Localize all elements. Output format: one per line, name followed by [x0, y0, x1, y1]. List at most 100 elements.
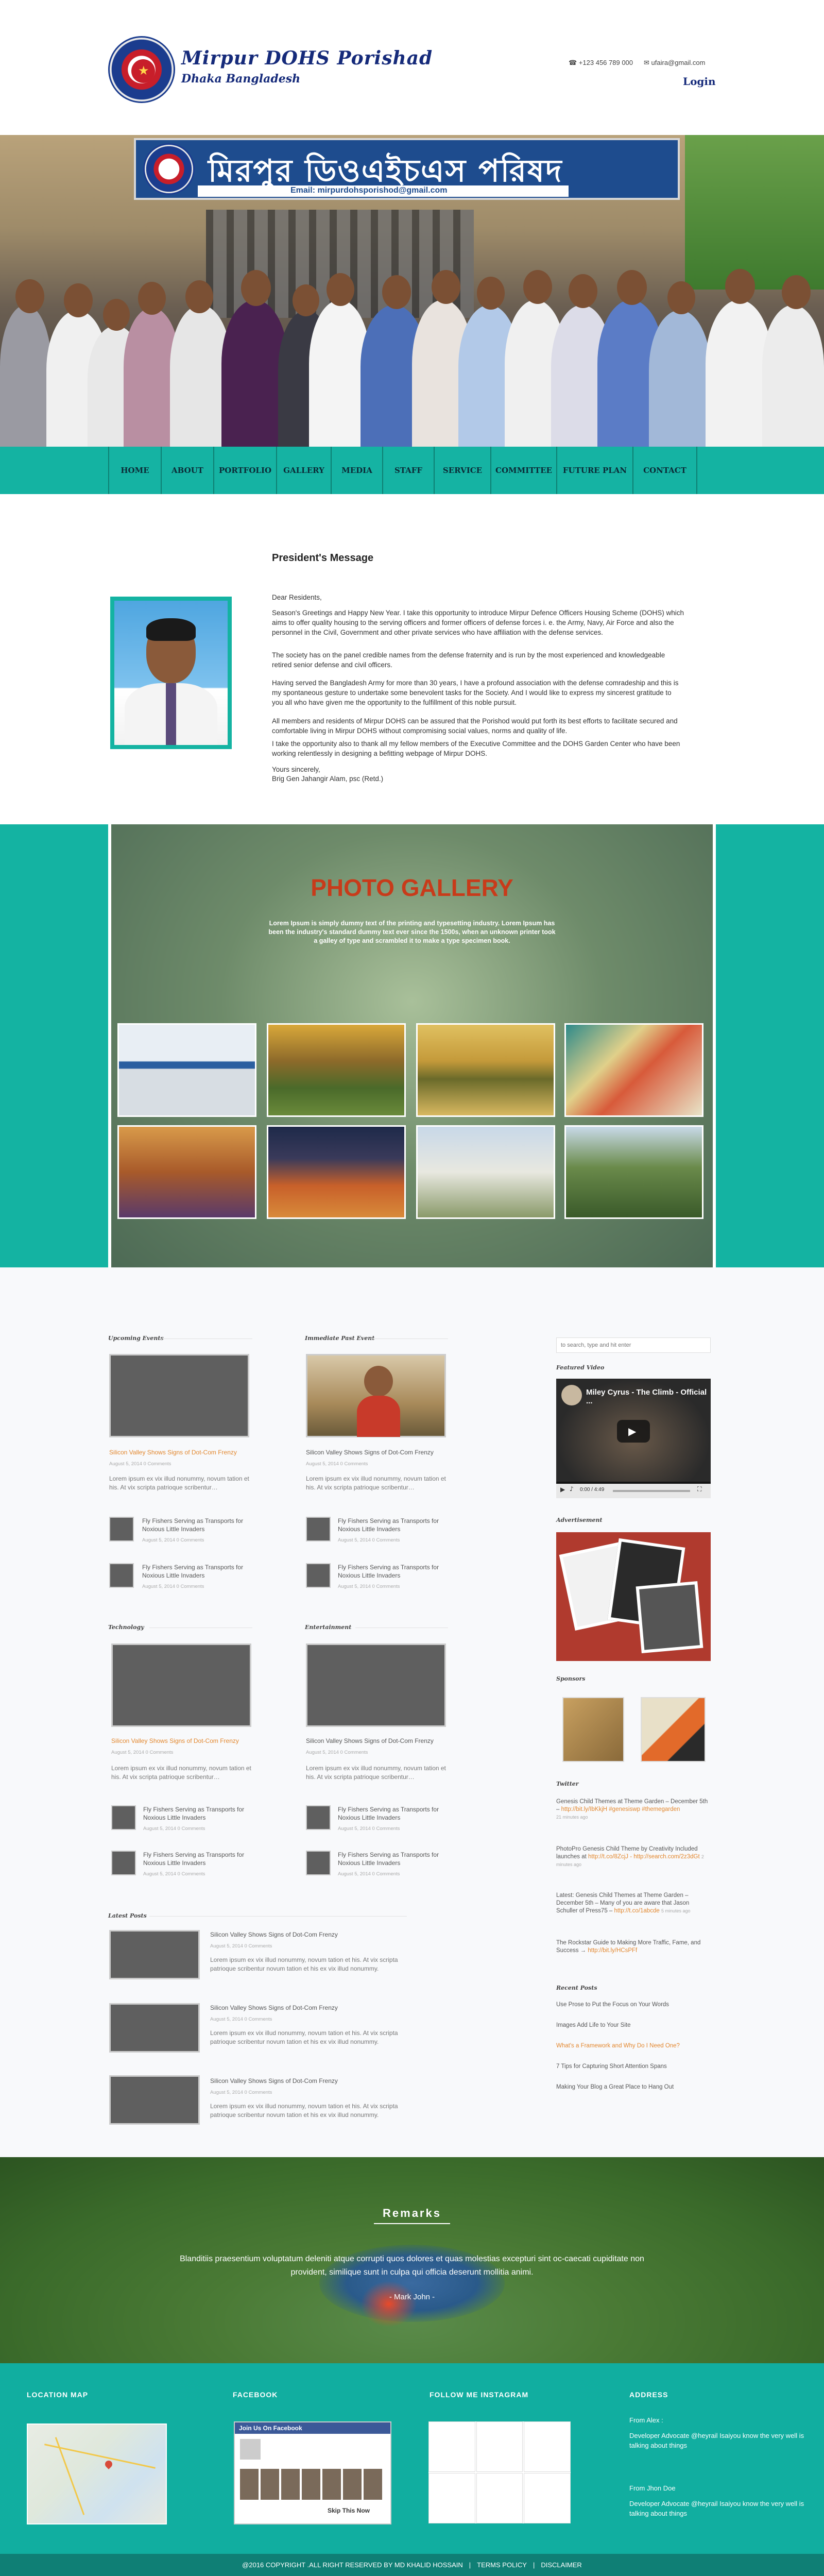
recent-post-link[interactable]: Use Prose to Put the Focus on Your Words — [556, 2001, 711, 2009]
tweet-link[interactable]: http://t.co/8ZcjJ - http://search.com/2z… — [588, 1854, 700, 1860]
tweet: PhotoPro Genesis Child Theme by Creativi… — [556, 1845, 711, 1869]
nav-media[interactable]: MEDIA — [331, 447, 383, 494]
porishad-logo[interactable]: ★ — [108, 36, 175, 103]
recent-post-link[interactable]: Making Your Blog a Great Place to Hang O… — [556, 2083, 711, 2091]
post-title[interactable]: Silicon Valley Shows Signs of Dot-Com Fr… — [109, 1449, 237, 1456]
instagram-photo[interactable] — [476, 2473, 523, 2523]
instagram-photo[interactable] — [524, 2473, 571, 2523]
instagram-photo[interactable] — [524, 2421, 571, 2472]
facebook-header: Join Us On Facebook — [235, 2422, 390, 2434]
post-thumb[interactable] — [306, 1563, 331, 1588]
post-title[interactable]: Silicon Valley Shows Signs of Dot-Com Fr… — [210, 2077, 338, 2084]
post-title[interactable]: Fly Fishers Serving as Transports for No… — [338, 1517, 446, 1533]
separator: | — [533, 2561, 535, 2569]
gallery-thumb-mountain[interactable] — [564, 1125, 703, 1219]
video-player[interactable]: Miley Cyrus - The Climb - Official ... ▶… — [556, 1379, 711, 1498]
post-title[interactable]: Fly Fishers Serving as Transports for No… — [338, 1563, 446, 1580]
post-title[interactable]: Silicon Valley Shows Signs of Dot-Com Fr… — [210, 2004, 338, 2011]
post-title[interactable]: Silicon Valley Shows Signs of Dot-Com Fr… — [210, 1931, 338, 1938]
phone-icon: ☎ — [569, 59, 577, 67]
recent-post-link[interactable]: Images Add Life to Your Site — [556, 2022, 711, 2029]
phone-contact: ☎ +123 456 789 000 — [569, 59, 633, 67]
post-meta: August 5, 2014 0 Comments — [109, 1461, 171, 1467]
video-title[interactable]: Miley Cyrus - The Climb - Official ... — [586, 1388, 711, 1405]
sponsor-logo[interactable] — [562, 1697, 624, 1762]
facebook-widget[interactable]: Join Us On Facebook Skip This Now — [234, 2421, 391, 2524]
gallery-thumb-portrait[interactable] — [117, 1125, 256, 1219]
tweet-time: 5 minutes ago — [661, 1908, 691, 1913]
latest-post-image[interactable] — [109, 1930, 200, 1979]
facebook-skip[interactable]: Skip This Now — [328, 2507, 370, 2514]
past-event-image[interactable] — [306, 1354, 446, 1437]
post-title[interactable]: Fly Fishers Serving as Transports for No… — [142, 1563, 250, 1580]
video-time: 0:00 / 4:49 — [580, 1487, 605, 1493]
gallery-thumb-sunset[interactable] — [267, 1125, 406, 1219]
video-progress[interactable] — [613, 1490, 690, 1492]
location-map[interactable] — [27, 2424, 167, 2524]
post-thumb[interactable] — [109, 1563, 134, 1588]
post-title[interactable]: Fly Fishers Serving as Transports for No… — [143, 1851, 251, 1867]
nav-about[interactable]: ABOUT — [161, 447, 214, 494]
tweet-link[interactable]: http://bit.ly/HCsPFf — [588, 1947, 637, 1954]
remarks-quote: Blanditiis praesentium voluptatum deleni… — [180, 2255, 644, 2277]
entertainment-image[interactable] — [306, 1643, 446, 1727]
instagram-photo[interactable] — [428, 2421, 475, 2472]
nav-gallery[interactable]: GALLERY — [276, 447, 332, 494]
latest-post-image[interactable] — [109, 2003, 200, 2053]
hero-trees — [685, 135, 824, 290]
login-link[interactable]: Login — [683, 75, 716, 88]
post-title[interactable]: Fly Fishers Serving as Transports for No… — [338, 1851, 446, 1867]
gallery-thumb-art[interactable] — [564, 1023, 703, 1117]
post-title[interactable]: Fly Fishers Serving as Transports for No… — [338, 1805, 446, 1822]
phone-number: +123 456 789 000 — [578, 59, 633, 66]
sponsor-logo[interactable] — [641, 1697, 706, 1762]
post-title[interactable]: Silicon Valley Shows Signs of Dot-Com Fr… — [306, 1449, 434, 1456]
gallery-thumb-office[interactable] — [117, 1023, 256, 1117]
remarks-title: Remarks — [383, 2207, 441, 2219]
nav-staff[interactable]: STAFF — [382, 447, 435, 494]
tweet-link[interactable]: http://t.co/1abcde — [614, 1908, 660, 1914]
post-thumb[interactable] — [306, 1517, 331, 1541]
advertisement-image[interactable] — [556, 1532, 711, 1661]
gallery-thumb-landscape[interactable] — [267, 1023, 406, 1117]
divider — [371, 1338, 448, 1339]
disclaimer-link[interactable]: DISCLAIMER — [541, 2561, 581, 2569]
site-title[interactable]: Mirpur DOHS Porishad — [181, 47, 433, 69]
post-thumb[interactable] — [111, 1805, 136, 1830]
fullscreen-icon[interactable]: ⛶ — [697, 1485, 701, 1493]
tweet-link[interactable]: http://bit.ly/IbKkjH #genesiswp #themega… — [561, 1806, 680, 1812]
post-title[interactable]: Fly Fishers Serving as Transports for No… — [143, 1805, 251, 1822]
post-title[interactable]: Silicon Valley Shows Signs of Dot-Com Fr… — [306, 1737, 434, 1744]
post-title[interactable]: Fly Fishers Serving as Transports for No… — [142, 1517, 250, 1533]
hero-banner: মিরপুর ডিওএইচএস পরিষদ Email: mirpurdohsp… — [0, 135, 824, 447]
post-title[interactable]: Silicon Valley Shows Signs of Dot-Com Fr… — [111, 1737, 239, 1744]
post-thumb[interactable] — [306, 1851, 331, 1875]
volume-icon[interactable]: ♪ — [570, 1485, 574, 1493]
recent-post-link[interactable]: What's a Framework and Why Do I Need One… — [556, 2042, 711, 2050]
post-thumb[interactable] — [306, 1805, 331, 1830]
play-control-icon[interactable]: ▶ — [560, 1486, 565, 1493]
nav-home[interactable]: HOME — [108, 447, 162, 494]
search-input[interactable] — [556, 1337, 711, 1353]
instagram-photo[interactable] — [428, 2473, 475, 2523]
terms-policy-link[interactable]: TERMS POLICY — [477, 2561, 527, 2569]
nav-committee[interactable]: COMMITTEE — [490, 447, 557, 494]
instagram-grid — [428, 2421, 571, 2523]
map-pin-icon[interactable] — [104, 2459, 114, 2469]
post-excerpt: Lorem ipsum ex vix illud nonummy, novum … — [109, 1475, 249, 1491]
nav-portfolio[interactable]: PORTFOLIO — [213, 447, 277, 494]
gallery-thumb-trees[interactable] — [416, 1023, 555, 1117]
nav-future-plan[interactable]: FUTURE PLAN — [556, 447, 633, 494]
technology-image[interactable] — [111, 1643, 251, 1727]
latest-post-image[interactable] — [109, 2075, 200, 2125]
email-address[interactable]: ufaira@gmail.com — [651, 59, 706, 66]
nav-contact[interactable]: CONTACT — [632, 447, 697, 494]
person-head — [782, 275, 811, 309]
instagram-photo[interactable] — [476, 2421, 523, 2472]
gallery-thumb-castle[interactable] — [416, 1125, 555, 1219]
post-thumb[interactable] — [109, 1517, 134, 1541]
post-thumb[interactable] — [111, 1851, 136, 1875]
recent-post-link[interactable]: 7 Tips for Capturing Short Attention Spa… — [556, 2063, 711, 2071]
event-image[interactable] — [109, 1354, 249, 1437]
nav-service[interactable]: SERVICE — [434, 447, 491, 494]
